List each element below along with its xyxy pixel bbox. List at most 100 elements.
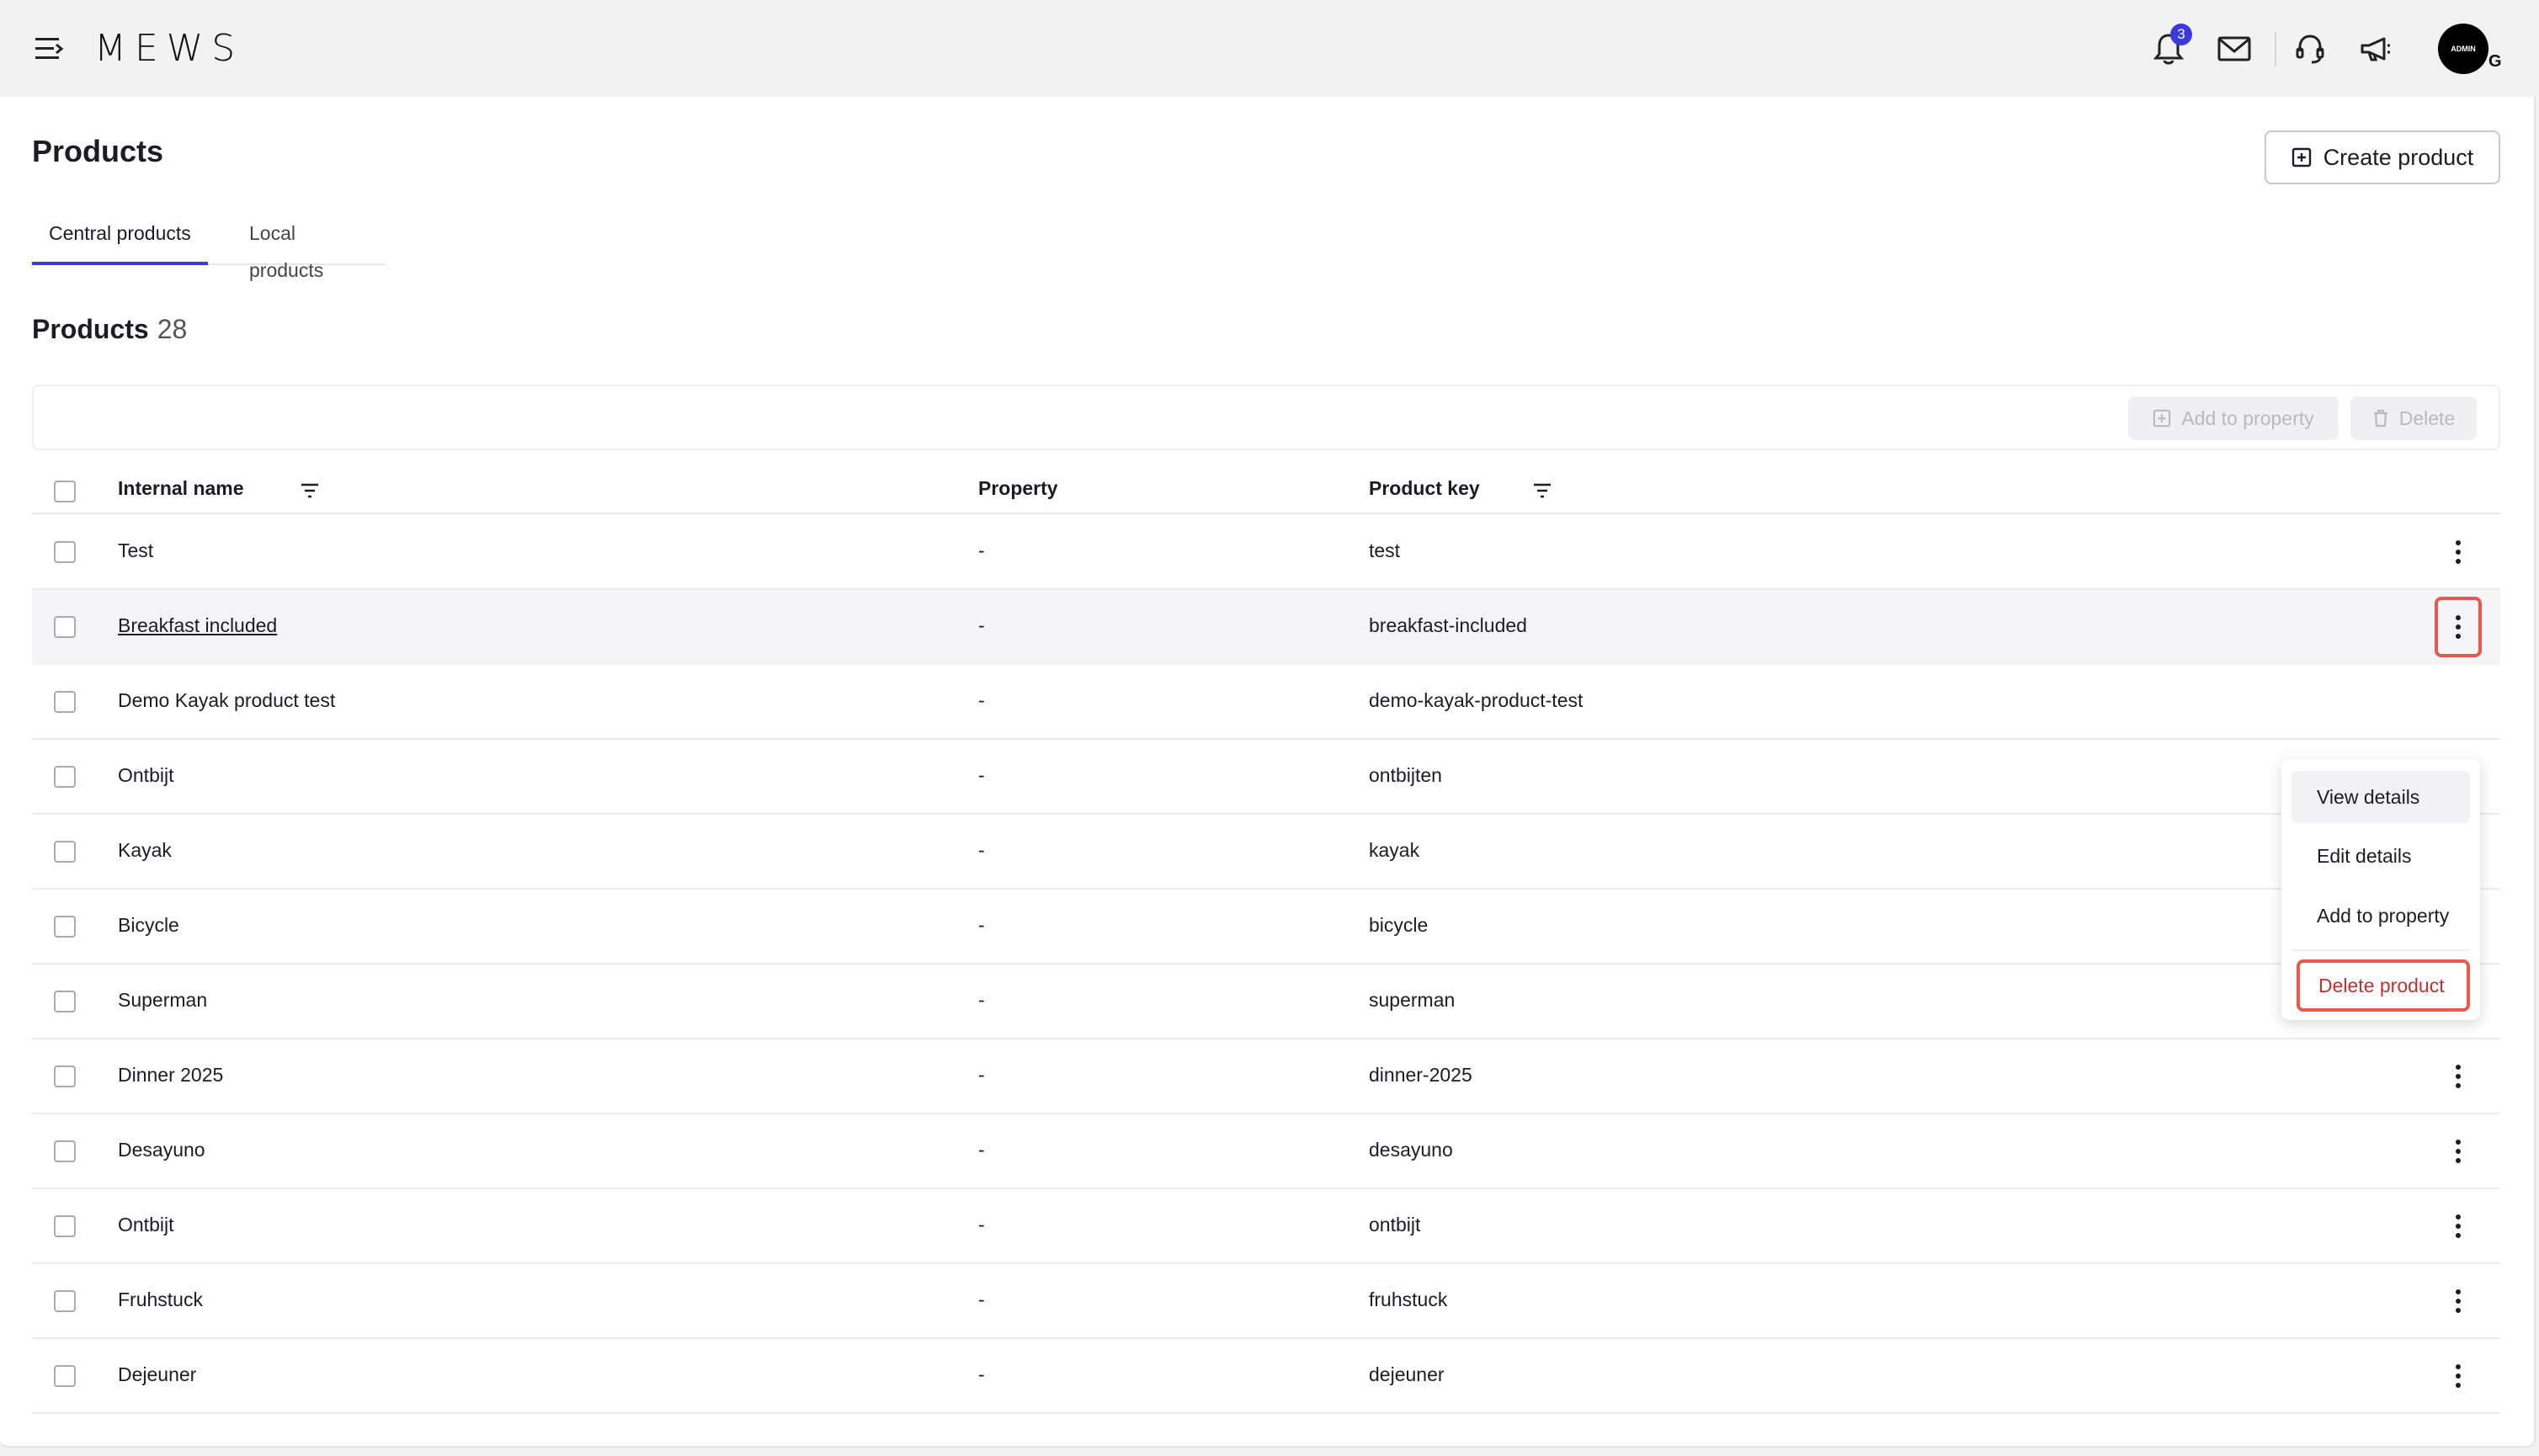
mail-icon[interactable]	[2214, 29, 2254, 69]
row-checkbox[interactable]	[54, 991, 76, 1012]
row-checkbox[interactable]	[54, 841, 76, 863]
row-internal-name: Fruhstuck	[118, 1289, 203, 1310]
top-bar: MEWS 3 ADMIN G	[0, 0, 2539, 97]
plus-square-icon	[2291, 147, 2311, 167]
product-tabs: Central products Local products	[32, 215, 386, 281]
bulk-delete-button[interactable]: Delete	[2350, 396, 2477, 440]
row-checkbox[interactable]	[54, 691, 76, 713]
row-checkbox[interactable]	[54, 1290, 76, 1312]
section-title: Products 28	[32, 314, 187, 345]
row-checkbox[interactable]	[54, 1215, 76, 1237]
table-row[interactable]: Demo Kayak product test - demo-kayak-pro…	[32, 665, 2500, 740]
row-internal-name: Superman	[118, 989, 208, 1011]
row-property: -	[978, 989, 985, 1011]
row-internal-name-link[interactable]: Breakfast included	[118, 614, 277, 637]
row-product-key: dinner-2025	[1369, 1064, 1472, 1086]
row-internal-name: Dinner 2025	[118, 1064, 224, 1086]
headset-icon[interactable]	[2290, 29, 2330, 69]
create-product-button[interactable]: Create product	[2265, 130, 2500, 184]
row-property: -	[978, 914, 985, 936]
row-checkbox[interactable]	[54, 1140, 76, 1162]
row-property: -	[978, 1289, 985, 1310]
table-row[interactable]: Fruhstuck - fruhstuck	[32, 1264, 2500, 1339]
add-to-property-button[interactable]: Add to property	[2128, 396, 2339, 440]
row-property: -	[978, 1214, 985, 1235]
table-row[interactable]: Superman - superman	[32, 964, 2500, 1039]
row-property: -	[978, 1363, 985, 1385]
row-checkbox[interactable]	[54, 1065, 76, 1087]
create-product-label: Create product	[2323, 144, 2474, 170]
row-property: -	[978, 689, 985, 711]
menu-add-to-property[interactable]: Add to property	[2291, 890, 2470, 942]
more-options-icon[interactable]	[2438, 1281, 2478, 1321]
more-options-icon[interactable]	[2435, 597, 2482, 657]
user-avatar[interactable]: ADMIN	[2438, 24, 2488, 74]
table-row[interactable]: Bicycle - bicycle	[32, 890, 2500, 964]
column-internal-name[interactable]: Internal name	[118, 477, 244, 500]
row-checkbox[interactable]	[54, 766, 76, 788]
menu-edit-details[interactable]: Edit details	[2291, 830, 2470, 882]
megaphone-icon[interactable]	[2355, 29, 2396, 69]
row-product-key: breakfast-included	[1369, 614, 1527, 636]
menu-divider	[2291, 949, 2470, 951]
row-product-key: test	[1369, 539, 1401, 561]
plus-square-icon	[2153, 409, 2171, 428]
row-checkbox[interactable]	[54, 1365, 76, 1387]
filter-icon[interactable]	[298, 479, 322, 502]
tab-central-products[interactable]: Central products	[32, 215, 208, 265]
trash-icon	[2373, 409, 2387, 428]
table-header: Internal name Property Product key	[32, 467, 2500, 514]
product-count: 28	[157, 314, 188, 344]
more-options-icon[interactable]	[2438, 1056, 2478, 1097]
row-product-key: kayak	[1369, 839, 1420, 861]
table-row[interactable]: Dinner 2025 - dinner-2025	[32, 1039, 2500, 1114]
column-property[interactable]: Property	[978, 477, 1058, 500]
row-property: -	[978, 1064, 985, 1086]
bulk-delete-label: Delete	[2398, 407, 2456, 429]
menu-delete-product[interactable]: Delete product	[2297, 959, 2470, 1012]
table-row[interactable]: Test - test	[32, 515, 2500, 590]
row-product-key: demo-kayak-product-test	[1369, 689, 1584, 711]
column-product-key[interactable]: Product key	[1369, 477, 1480, 500]
row-property: -	[978, 839, 985, 861]
notification-badge: 3	[2170, 24, 2192, 45]
table-row[interactable]: Breakfast included - breakfast-included	[32, 590, 2500, 665]
more-options-icon[interactable]	[2438, 1131, 2478, 1172]
section-title-text: Products	[32, 314, 149, 344]
table-row[interactable]: Kayak - kayak	[32, 815, 2500, 890]
table-row[interactable]: Ontbijt - ontbijt	[32, 1189, 2500, 1264]
mews-logo[interactable]: MEWS	[94, 28, 243, 70]
row-checkbox[interactable]	[54, 541, 76, 563]
row-product-key: dejeuner	[1369, 1363, 1445, 1385]
row-property: -	[978, 1139, 985, 1161]
row-property: -	[978, 539, 985, 561]
hamburger-menu-icon[interactable]	[34, 35, 64, 63]
add-to-property-label: Add to property	[2181, 407, 2314, 429]
select-all-checkbox[interactable]	[54, 481, 76, 502]
row-checkbox[interactable]	[54, 616, 76, 638]
row-internal-name: Dejeuner	[118, 1363, 197, 1385]
row-internal-name: Bicycle	[118, 914, 179, 936]
page-title: Products	[32, 134, 164, 168]
row-internal-name: Ontbijt	[118, 764, 174, 786]
row-product-key: ontbijten	[1369, 764, 1442, 786]
filter-icon[interactable]	[1530, 479, 1554, 502]
main-panel: Products Create product Central products…	[0, 97, 2536, 1448]
row-product-key: bicycle	[1369, 914, 1429, 936]
tab-local-products[interactable]: Local products	[232, 215, 386, 281]
row-internal-name: Demo Kayak product test	[118, 689, 336, 711]
row-internal-name: Kayak	[118, 839, 172, 861]
table-row[interactable]: Desayuno - desayuno	[32, 1114, 2500, 1189]
more-options-icon[interactable]	[2438, 1206, 2478, 1246]
more-options-icon[interactable]	[2438, 1356, 2478, 1396]
row-product-key: desayuno	[1369, 1139, 1453, 1161]
menu-view-details[interactable]: View details	[2291, 771, 2470, 823]
table-row[interactable]: Dejeuner - dejeuner	[32, 1339, 2500, 1414]
more-options-icon[interactable]	[2438, 532, 2478, 572]
row-internal-name: Ontbijt	[118, 1214, 174, 1235]
row-internal-name: Test	[118, 539, 154, 561]
row-product-key: ontbijt	[1369, 1214, 1421, 1235]
row-checkbox[interactable]	[54, 916, 76, 938]
table-row[interactable]: Ontbijt - ontbijten	[32, 740, 2500, 815]
row-actions-menu: View details Edit details Add to propert…	[2281, 759, 2480, 1020]
